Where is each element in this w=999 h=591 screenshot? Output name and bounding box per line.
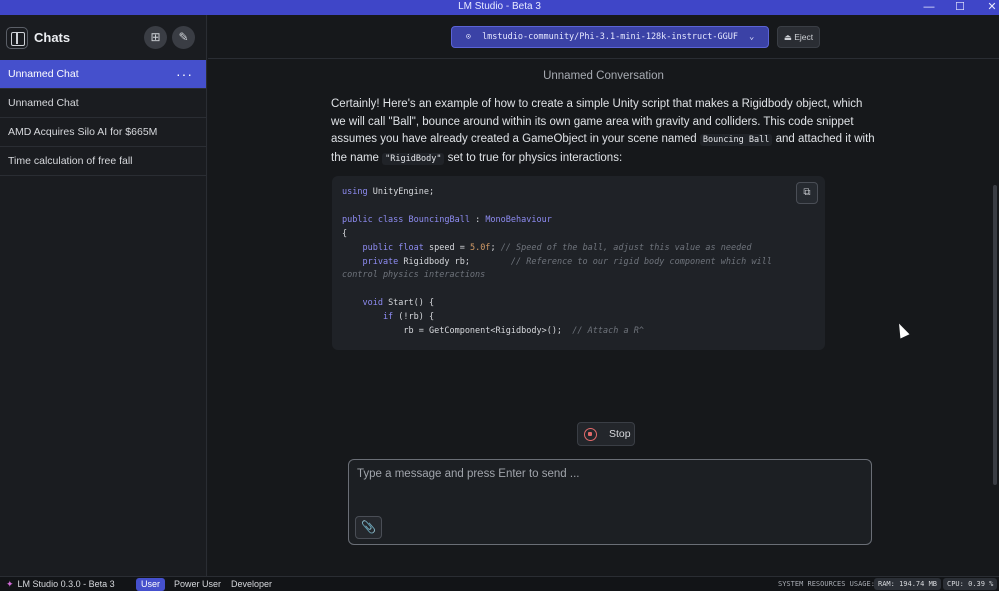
status-bar: ✦ LM Studio 0.3.0 - Beta 3 User Power Use… xyxy=(0,576,999,591)
sidebar-title: Chats xyxy=(34,30,71,45)
minimize-button[interactable]: — xyxy=(919,0,939,15)
message-composer: 📎 xyxy=(348,459,872,545)
copy-icon[interactable]: ⧉ xyxy=(796,182,818,204)
stop-label: Stop xyxy=(609,428,631,440)
sidebar: Chats ⊞ ✎ Unnamed Chat ··· Unnamed Chat … xyxy=(0,15,207,576)
scrollbar[interactable] xyxy=(993,185,997,485)
app-version-label: LM Studio 0.3.0 - Beta 3 xyxy=(17,579,115,589)
message-text: set to true for physics interactions: xyxy=(444,151,623,164)
chat-item[interactable]: Time calculation of free fall xyxy=(0,147,206,176)
close-button[interactable]: ✕ xyxy=(982,0,999,15)
chat-item-label: Unnamed Chat xyxy=(8,97,79,109)
top-bar: ⊙ lmstudio-community/Phi-3.1-mini-128k-i… xyxy=(208,15,999,59)
chat-item-label: Time calculation of free fall xyxy=(8,155,133,167)
attach-icon[interactable]: 📎 xyxy=(355,516,382,539)
eject-icon: ⏏ xyxy=(783,32,792,42)
cpu-usage: CPU: 0.39 % xyxy=(943,578,998,590)
assistant-message: Certainly! Here's an example of how to c… xyxy=(331,96,879,168)
maximize-button[interactable]: ☐ xyxy=(950,0,970,15)
new-chat-button[interactable]: ✎ xyxy=(172,26,195,49)
mode-user-button[interactable]: User xyxy=(136,578,166,591)
chevron-down-icon: ⌄ xyxy=(749,32,755,42)
chat-item[interactable]: Unnamed Chat xyxy=(0,89,206,118)
model-icon: ⊙ xyxy=(465,32,471,42)
lmstudio-logo-icon: ✦ xyxy=(6,579,14,589)
new-folder-button[interactable]: ⊞ xyxy=(144,26,167,49)
sidebar-toggle-icon[interactable] xyxy=(6,27,28,49)
more-options-icon[interactable]: ··· xyxy=(176,60,193,88)
chat-item-label: AMD Acquires Silo AI for $665M xyxy=(8,126,158,138)
chat-list: Unnamed Chat ··· Unnamed Chat AMD Acquir… xyxy=(0,60,206,176)
model-name: lmstudio-community/Phi-3.1-mini-128k-ins… xyxy=(482,32,738,42)
eject-button[interactable]: ⏏ Eject xyxy=(777,26,820,48)
stop-button[interactable]: Stop xyxy=(577,422,635,446)
chat-item-label: Unnamed Chat xyxy=(8,68,79,80)
conversation-title: Unnamed Conversation xyxy=(543,70,664,82)
code-block: using UnityEngine; public class Bouncing… xyxy=(332,176,825,350)
stop-icon xyxy=(584,428,597,441)
inline-code: Bouncing Ball xyxy=(699,134,773,146)
window-title: LM Studio - Beta 3 xyxy=(458,1,541,12)
ram-usage: RAM: 194.74 MB xyxy=(874,578,942,590)
chat-item[interactable]: Unnamed Chat ··· xyxy=(0,60,206,89)
app-version: ✦ LM Studio 0.3.0 - Beta 3 xyxy=(6,579,115,590)
mode-power-user-button[interactable]: Power User xyxy=(169,578,226,591)
sidebar-header: Chats ⊞ ✎ xyxy=(0,15,207,60)
message-input[interactable] xyxy=(357,468,857,508)
system-resources-label: SYSTEM RESOURCES USAGE: xyxy=(778,580,875,588)
eject-label: Eject xyxy=(794,32,814,42)
title-bar: LM Studio - Beta 3 — ☐ ✕ xyxy=(0,0,999,15)
main-panel: ⊙ lmstudio-community/Phi-3.1-mini-128k-i… xyxy=(208,15,999,576)
chat-item[interactable]: AMD Acquires Silo AI for $665M xyxy=(0,118,206,147)
inline-code: "RigidBody" xyxy=(382,152,445,165)
model-selector[interactable]: ⊙ lmstudio-community/Phi-3.1-mini-128k-i… xyxy=(451,26,769,48)
code-content: using UnityEngine; public class Bouncing… xyxy=(342,187,772,337)
mode-developer-button[interactable]: Developer xyxy=(226,578,277,591)
